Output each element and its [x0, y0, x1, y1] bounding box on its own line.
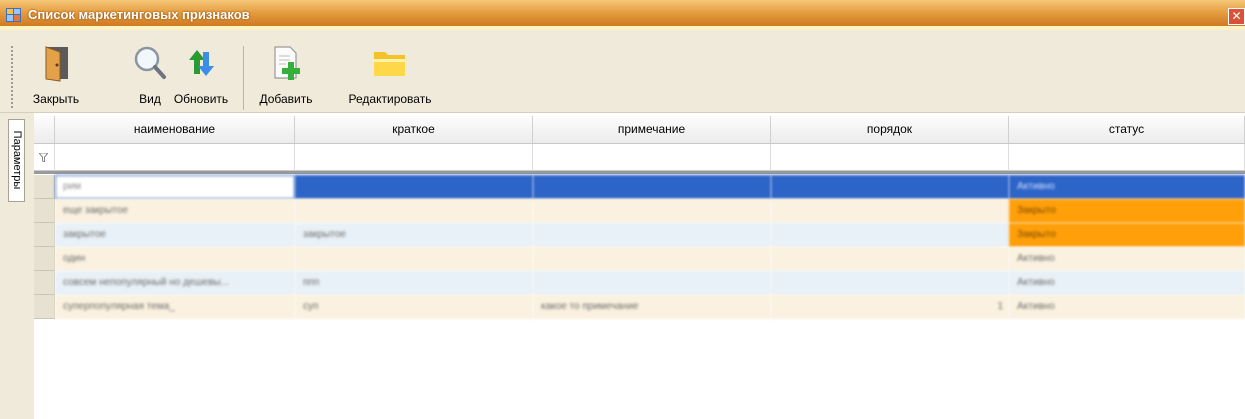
- filter-status-input[interactable]: [1009, 144, 1245, 171]
- view-button-label: Вид: [139, 92, 161, 106]
- filter-short-input[interactable]: [295, 144, 533, 171]
- add-button-label: Добавить: [259, 92, 313, 106]
- funnel-icon: [39, 153, 48, 162]
- cell-short[interactable]: [295, 247, 533, 271]
- column-header-order[interactable]: порядок: [771, 116, 1009, 144]
- document-add-icon: [274, 46, 300, 80]
- cell-order[interactable]: [771, 175, 1009, 199]
- cell-order[interactable]: [771, 199, 1009, 223]
- magnifier-icon: [134, 46, 166, 79]
- add-button[interactable]: Добавить: [250, 42, 322, 110]
- table-row[interactable]: один Активно: [34, 247, 1245, 271]
- cell-name[interactable]: закрытое: [55, 223, 295, 247]
- row-indicator[interactable]: [34, 295, 55, 319]
- cell-order[interactable]: [771, 247, 1009, 271]
- header-corner: [34, 116, 55, 144]
- column-header-name[interactable]: наименование: [55, 116, 295, 144]
- cell-name[interactable]: совсем непопулярный но дешевы...: [55, 271, 295, 295]
- filter-note-input[interactable]: [533, 144, 771, 171]
- view-button[interactable]: Вид: [130, 42, 170, 110]
- grid-rows: рим Активно еще закрытое Закрыто закрыто…: [34, 175, 1245, 325]
- cell-note[interactable]: [533, 223, 771, 247]
- cell-name[interactable]: рим: [55, 175, 295, 199]
- tab-parameters-label: Параметры: [11, 130, 23, 190]
- cell-status[interactable]: Активно: [1009, 247, 1245, 271]
- refresh-arrows-icon: [189, 50, 214, 76]
- cell-order[interactable]: 1: [771, 295, 1009, 319]
- close-button-label: Закрыть: [32, 92, 80, 106]
- column-header-status[interactable]: статус: [1009, 116, 1245, 144]
- cell-note[interactable]: [533, 199, 771, 223]
- window-title: Список маркетинговых признаков: [28, 7, 250, 22]
- table-row[interactable]: суперпопулярная тема_ суп какое то приме…: [34, 295, 1245, 319]
- cell-short[interactable]: суп: [295, 295, 533, 319]
- tab-parameters[interactable]: Параметры: [8, 119, 25, 202]
- cell-note[interactable]: [533, 175, 771, 199]
- row-indicator[interactable]: [34, 175, 55, 199]
- cell-name[interactable]: один: [55, 247, 295, 271]
- table-row[interactable]: закрытое закрытое Закрыто: [34, 223, 1245, 247]
- toolbar-separator: [243, 46, 244, 110]
- cell-status[interactable]: Активно: [1009, 295, 1245, 319]
- window-close-button[interactable]: ✕: [1228, 8, 1245, 25]
- column-header-short[interactable]: краткое: [295, 116, 533, 144]
- edit-button-label: Редактировать: [348, 92, 432, 106]
- filter-name-input[interactable]: [55, 144, 295, 171]
- row-indicator[interactable]: [34, 199, 55, 223]
- cell-short[interactable]: [295, 175, 533, 199]
- column-header-note[interactable]: примечание: [533, 116, 771, 144]
- cell-order[interactable]: [771, 271, 1009, 295]
- filter-order-input[interactable]: [771, 144, 1009, 171]
- table-row[interactable]: совсем непопулярный но дешевы... ппп Акт…: [34, 271, 1245, 295]
- edit-button[interactable]: Редактировать: [332, 42, 448, 110]
- row-indicator[interactable]: [34, 247, 55, 271]
- cell-status[interactable]: Закрыто: [1009, 199, 1245, 223]
- row-indicator[interactable]: [34, 223, 55, 247]
- filter-indicator: [34, 144, 55, 171]
- refresh-button-label: Обновить: [173, 92, 229, 106]
- app-grid-icon: [6, 8, 21, 22]
- row-indicator[interactable]: [34, 271, 55, 295]
- close-button[interactable]: Закрыть: [24, 42, 88, 110]
- cell-short[interactable]: закрытое: [295, 223, 533, 247]
- cell-status[interactable]: Активно: [1009, 271, 1245, 295]
- door-exit-icon: [45, 46, 68, 82]
- cell-note[interactable]: какое то примечание: [533, 295, 771, 319]
- data-grid: наименование краткое примечание порядок …: [34, 113, 1245, 419]
- cell-status[interactable]: Закрыто: [1009, 223, 1245, 247]
- folder-edit-icon: [374, 52, 405, 76]
- cell-name[interactable]: суперпопулярная тема_: [55, 295, 295, 319]
- cell-short[interactable]: ппп: [295, 271, 533, 295]
- toolbar-grip[interactable]: [11, 46, 13, 109]
- cell-name[interactable]: еще закрытое: [55, 199, 295, 223]
- table-row[interactable]: еще закрытое Закрыто: [34, 199, 1245, 223]
- cell-note[interactable]: [533, 271, 771, 295]
- title-bar: Список маркетинговых признаков ✕: [0, 0, 1245, 30]
- cell-status[interactable]: Активно: [1009, 175, 1245, 199]
- filter-separator: [34, 171, 1245, 174]
- refresh-button[interactable]: Обновить: [168, 42, 234, 110]
- table-row[interactable]: рим Активно: [34, 175, 1245, 199]
- cell-note[interactable]: [533, 247, 771, 271]
- cell-order[interactable]: [771, 223, 1009, 247]
- cell-short[interactable]: [295, 199, 533, 223]
